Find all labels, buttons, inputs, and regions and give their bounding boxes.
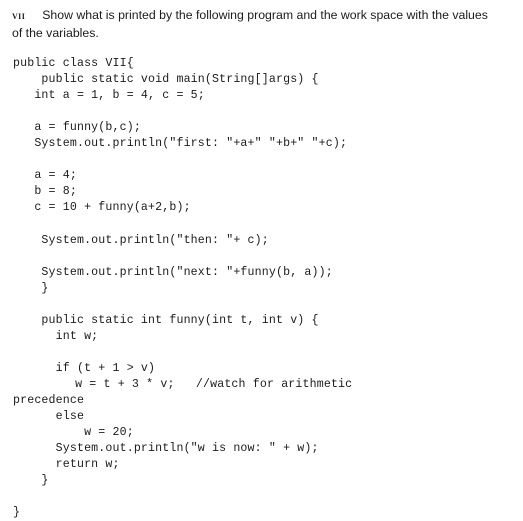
code-line: a = funny(b,c); bbox=[13, 121, 141, 135]
code-line: public static void main(String[]args) { bbox=[13, 73, 319, 87]
code-line: int a = 1, b = 4, c = 5; bbox=[13, 89, 205, 103]
code-line: b = 8; bbox=[13, 185, 77, 199]
code-line: int w; bbox=[13, 329, 99, 343]
code-line: System.out.println("then: "+ c); bbox=[13, 233, 269, 247]
code-line: System.out.println("first: "+a+" "+b+" "… bbox=[13, 137, 348, 151]
code-line: System.out.println("next: "+funny(b, a))… bbox=[13, 265, 333, 279]
code-line: } bbox=[13, 506, 21, 520]
question-prompt: VII Show what is printed by the following… bbox=[12, 7, 515, 41]
question-number: VII bbox=[12, 10, 26, 22]
code-line: return w; bbox=[13, 458, 120, 472]
code-line: a = 4; bbox=[13, 169, 77, 183]
code-line: public static int funny(int t, int v) { bbox=[13, 313, 319, 327]
code-line: public class VII{ bbox=[13, 57, 134, 70]
code-line: w = t + 3 * v; //watch for arithmetic bbox=[4, 377, 353, 391]
code-line: precedence bbox=[13, 393, 85, 407]
code-line: w = 20; bbox=[13, 426, 134, 440]
document-page: VII Show what is printed by the following… bbox=[0, 0, 523, 519]
code-line: } bbox=[13, 474, 49, 488]
code-listing: public class VII{ public static void mai… bbox=[13, 56, 361, 521]
code-line: System.out.println("w is now: " + w); bbox=[13, 442, 319, 456]
question-text: Show what is printed by the following pr… bbox=[12, 8, 488, 40]
code-line: c = 10 + funny(a+2,b); bbox=[13, 201, 191, 215]
code-line: if (t + 1 > v) bbox=[13, 361, 156, 375]
code-line: } bbox=[13, 281, 49, 295]
code-line: else bbox=[13, 410, 85, 424]
